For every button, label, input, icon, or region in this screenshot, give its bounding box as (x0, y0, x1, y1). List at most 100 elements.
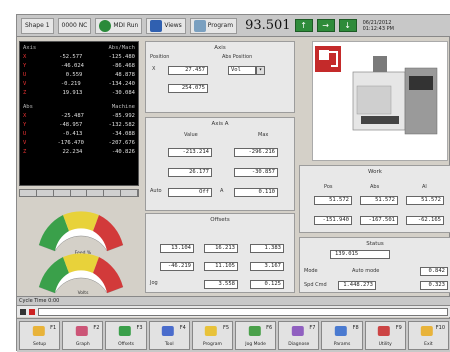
function-key-label: F2 (93, 325, 100, 331)
function-label: Diagnose (288, 342, 310, 347)
auto-mode-value[interactable]: 0.842 (420, 267, 448, 276)
function-button-f10[interactable]: F10 Exit (407, 321, 450, 350)
function-icon (32, 326, 45, 336)
work-box: Work Pos Abs Al 51.572 51.572 51.572 -15… (299, 165, 450, 233)
abs-mach-row: V -0.219 -134.240 (23, 80, 135, 89)
mdi-label: MDI Run (113, 22, 139, 29)
work-field-1-3[interactable]: 51.572 (406, 196, 444, 205)
value-field-1[interactable]: -213.214 (168, 148, 212, 157)
views-label: Views (164, 22, 182, 29)
function-button-f4[interactable]: F4 Tool (148, 321, 190, 350)
shape-button[interactable]: Shape 1 (21, 17, 54, 34)
function-button-f8[interactable]: F8 Params (321, 321, 363, 350)
function-label: Utility (378, 342, 392, 347)
x-label: X (152, 66, 156, 72)
a-field[interactable]: 0.110 (234, 188, 278, 197)
axis-header2-right: Machine (111, 104, 135, 110)
function-button-f9[interactable]: F9 Utility (364, 321, 406, 350)
green-button-3[interactable]: ↓ (338, 19, 357, 32)
function-key-label: F3 (136, 325, 143, 331)
max-field-1[interactable]: -296.216 (234, 148, 278, 157)
axis-letter: X (23, 113, 27, 119)
function-button-f7[interactable]: F7 Diagnose (278, 321, 320, 350)
function-label: Tool (164, 342, 174, 347)
mode-label: Mode (304, 268, 318, 274)
command-input[interactable] (38, 307, 448, 316)
jog-label: Jog (150, 280, 158, 286)
axis-slider[interactable] (19, 189, 139, 197)
offset-field-1-2[interactable]: 16.213 (204, 244, 238, 253)
spd-cmd-value[interactable]: 0.323 (420, 281, 448, 290)
function-button-f2[interactable]: F2 Graph (62, 321, 104, 350)
position-field[interactable]: 27.457 (168, 66, 208, 75)
program-button[interactable]: Program (189, 17, 238, 34)
work-field-2-2[interactable]: -167.501 (360, 216, 398, 225)
offset-field-1-1[interactable]: 13.104 (160, 244, 194, 253)
auto-label: Auto (150, 188, 162, 194)
machine-photo (312, 41, 448, 161)
axis-a-box: Axis A Value Max -213.214 -296.216 26.17… (145, 117, 295, 211)
work-col3: Al (422, 184, 427, 190)
work-field-2-1[interactable]: -151.940 (314, 216, 352, 225)
jog-field-2[interactable]: 0.125 (250, 280, 284, 289)
status-title: Status (366, 241, 384, 247)
status-field[interactable]: 139.015 (330, 250, 390, 259)
axis-box-title: Axis (214, 45, 226, 51)
jog-field-1[interactable]: 3.558 (204, 280, 238, 289)
green-button-1[interactable]: ↑ (294, 19, 313, 32)
offset-field-2-3[interactable]: 3.167 (250, 262, 284, 271)
function-label: Params (333, 342, 351, 347)
function-icon (421, 326, 434, 336)
spd-cmd-label: Spd Cmd (304, 282, 327, 288)
function-key-label: F7 (309, 325, 316, 331)
views-icon (150, 19, 163, 32)
axis-letter: U (23, 72, 27, 78)
axis-position-panel: Axis Abs/Mach X -52.577 -125.480 Y -46.024 -86… (19, 41, 139, 186)
axis-value-1: -176.470 (57, 140, 85, 146)
offset-field-2-2[interactable]: 11.105 (204, 262, 238, 271)
command-input-bar (17, 305, 450, 317)
function-icon (118, 326, 131, 336)
axis-letter: Y (23, 122, 27, 128)
axis-value-1: -0.219 (60, 81, 81, 87)
spd-cmd-field[interactable]: 1.448.273 (338, 281, 376, 290)
abs-position-label: Abs Position (222, 54, 253, 60)
work-field-1-1[interactable]: 51.572 (314, 196, 352, 205)
select-arrow-icon[interactable]: ▾ (256, 66, 265, 75)
axis-value-2: -134.240 (108, 81, 136, 87)
run-icon (99, 19, 112, 32)
axis-value-1: -46.024 (60, 63, 84, 69)
function-key-label: F8 (352, 325, 359, 331)
function-button-f1[interactable]: F1 Setup (19, 321, 61, 350)
nc-button[interactable]: 0000 NC (57, 17, 92, 34)
abs-mach-row: Z 19.913 -30.084 (23, 89, 135, 98)
axis-letter: V (23, 81, 27, 87)
offset-field-2-1[interactable]: -46.219 (160, 262, 194, 271)
axis-header-left: Axis (23, 45, 37, 51)
function-key-label: F1 (50, 325, 57, 331)
function-button-f6[interactable]: F6 Jog Mode (235, 321, 277, 350)
value-field-2[interactable]: 26.177 (168, 168, 212, 177)
green-button-2[interactable]: → (316, 19, 335, 32)
value-col-label: Value (184, 132, 198, 138)
axis-header-right: Abs/Mach (108, 45, 136, 51)
function-button-f5[interactable]: F5 Program (191, 321, 234, 350)
auto-mode-label: Auto mode (352, 268, 380, 274)
stop-icon[interactable] (29, 308, 35, 315)
abs-position-field[interactable]: 254.075 (168, 84, 208, 93)
axis-value-2: -40.826 (111, 149, 135, 155)
unit-select[interactable]: Vol (228, 66, 256, 75)
function-icon (75, 326, 88, 336)
work-field-2-3[interactable]: -62.165 (406, 216, 444, 225)
function-key-label: F5 (222, 325, 230, 331)
views-button[interactable]: Views (146, 17, 186, 34)
machine-row: Z 22.234 -40.826 (23, 148, 135, 157)
mdi-run-button[interactable]: MDI Run (95, 17, 143, 34)
offset-field-1-3[interactable]: 1.383 (250, 244, 284, 253)
work-field-1-2[interactable]: 51.572 (360, 196, 398, 205)
max-field-2[interactable]: -30.857 (234, 168, 278, 177)
auto-field[interactable]: Off (168, 188, 212, 197)
function-key-label: F4 (179, 325, 186, 331)
function-icon (378, 326, 391, 336)
function-button-f3[interactable]: F3 Offsets (105, 321, 147, 350)
